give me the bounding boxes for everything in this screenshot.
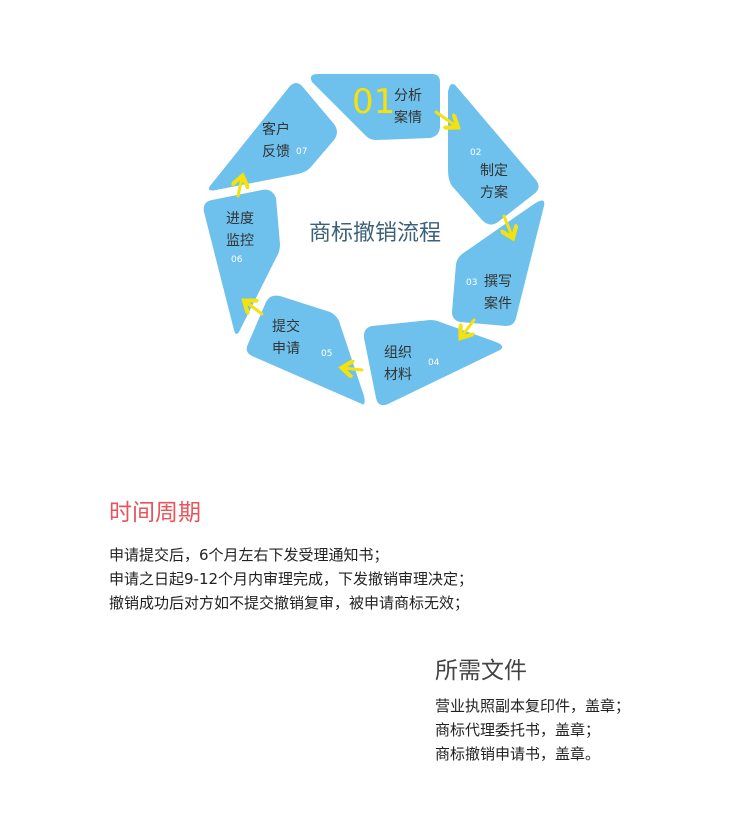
arrow-icon: [344, 368, 364, 370]
step-label: 客户: [262, 121, 290, 138]
step-label: 方案: [480, 184, 508, 201]
step-number: 03: [466, 278, 477, 288]
required-documents-list: 营业执照副本复印件，盖章； 商标代理委托书，盖章； 商标撤销申请书，盖章。: [435, 694, 630, 766]
step-label: 组织: [384, 345, 412, 361]
step-number: 07: [296, 147, 307, 157]
step-label: 分析: [394, 88, 422, 104]
step-label: 监控: [226, 233, 254, 249]
step-number: 01: [352, 82, 395, 122]
diagram-title: 商标撤销流程: [309, 221, 441, 246]
step-label: 案情: [394, 109, 422, 126]
step-label: 撰写: [484, 274, 512, 290]
step-segment-05: [246, 295, 365, 405]
step-number: 05: [321, 349, 332, 359]
list-item: 申请提交后，6个月左右下发受理通知书；: [109, 546, 389, 564]
step-label: 反馈: [262, 144, 290, 160]
list-item: 申请之日起9-12个月内审理完成，下发撤销审理决定；: [109, 570, 474, 588]
step-number: 06: [231, 255, 243, 265]
list-item: 商标代理委托书，盖章；: [435, 721, 601, 739]
step-number: 02: [470, 148, 481, 158]
step-label: 案件: [484, 295, 512, 312]
list-item: 营业执照副本复印件，盖章；: [435, 697, 631, 715]
section-title: 时间周期: [109, 500, 201, 526]
list-item: 商标撤销申请书，盖章。: [435, 745, 601, 763]
step-label: 提交: [272, 318, 300, 335]
section-title: 所需文件: [435, 658, 527, 684]
time-period-section: 时间周期 申请提交后，6个月左右下发受理通知书； 申请之日起9-12个月内审理完…: [109, 502, 473, 615]
step-number: 04: [428, 358, 440, 368]
step-label: 申请: [272, 341, 300, 357]
time-period-list: 申请提交后，6个月左右下发受理通知书； 申请之日起9-12个月内审理完成，下发撤…: [109, 543, 473, 615]
step-label: 材料: [384, 367, 412, 383]
list-item: 撤销成功后对方如不提交撤销复审，被申请商标无效；: [109, 594, 470, 612]
step-segment-02: [448, 84, 539, 225]
step-label: 制定: [480, 163, 508, 179]
step-label: 进度: [226, 211, 254, 227]
required-documents-section: 所需文件 营业执照副本复印件，盖章； 商标代理委托书，盖章； 商标撤销申请书，盖…: [435, 660, 630, 766]
process-cycle-diagram: 商标撤销流程 01 分析 案情 02 制定 方案 03 撰写 案件 组织 材料 …: [203, 74, 545, 406]
